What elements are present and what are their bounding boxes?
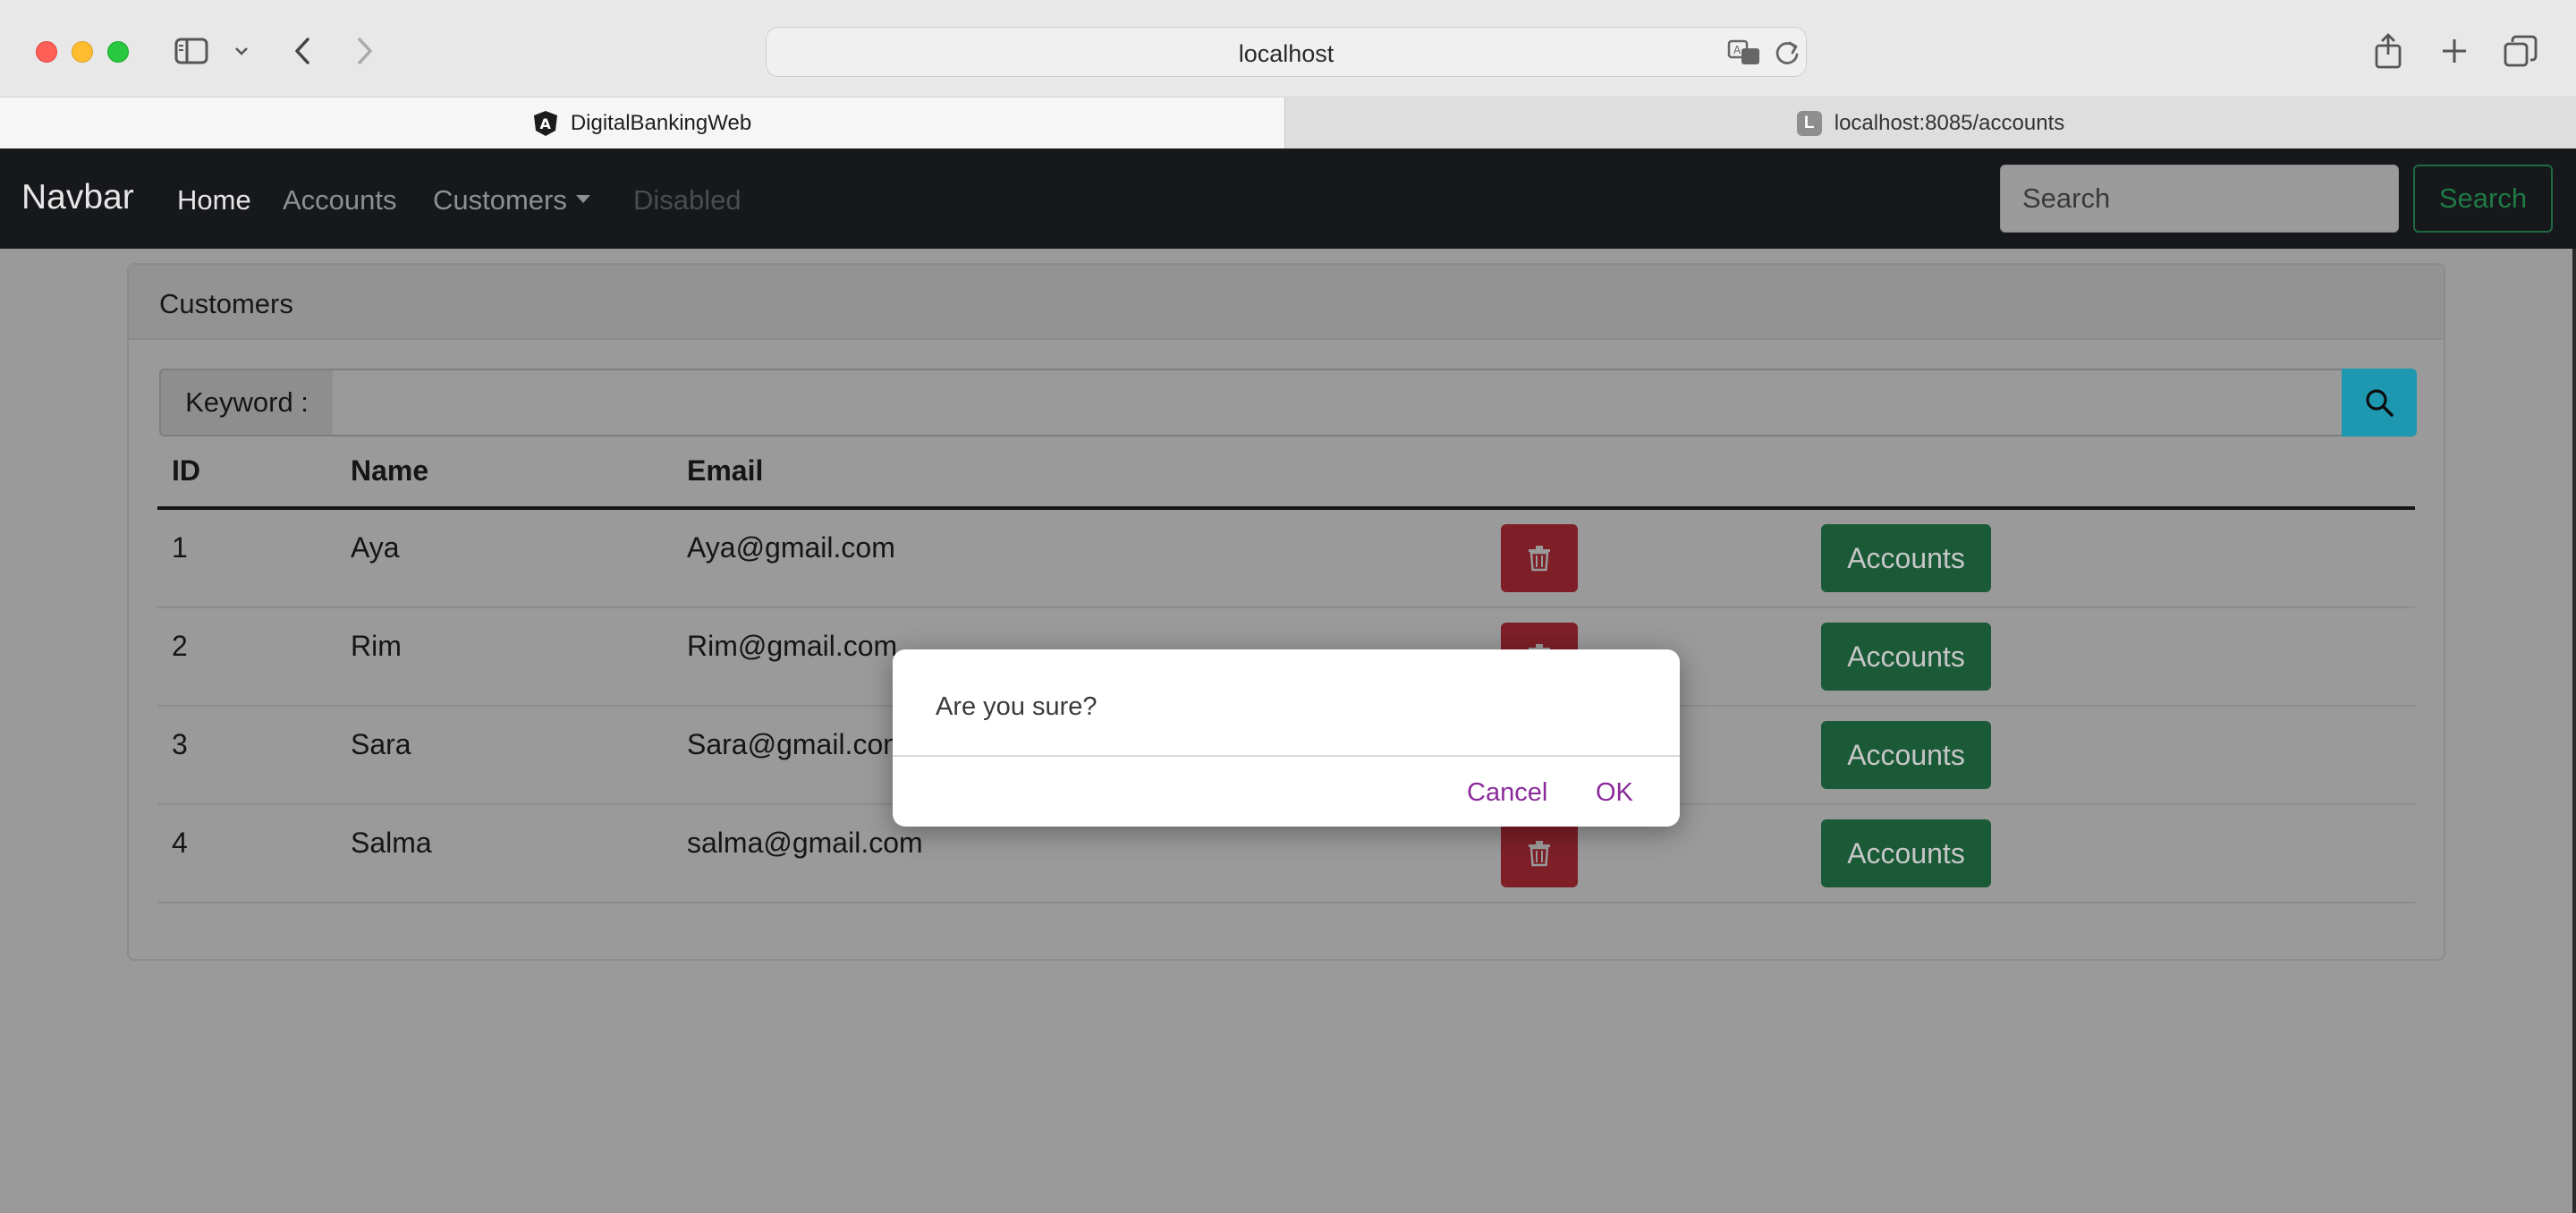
row-id: 3 [172, 728, 188, 760]
tab-title: localhost:8085/accounts [1834, 111, 2065, 135]
angular-icon: A [533, 111, 558, 136]
row-id: 4 [172, 827, 188, 859]
tab-localhost-accounts[interactable]: L localhost:8085/accounts [1284, 98, 2576, 149]
svg-text:A: A [539, 115, 551, 132]
caret-down-icon [575, 195, 590, 204]
tab-overview-icon[interactable] [2501, 30, 2540, 72]
confirm-dialog: Are you sure? Cancel OK [893, 649, 1680, 827]
browser-toolbar: localhost A [0, 0, 2576, 97]
back-icon[interactable] [286, 30, 318, 72]
dialog-ok-button[interactable]: OK [1596, 778, 1633, 808]
site-letter-icon: L [1796, 111, 1822, 136]
column-header-name: Name [351, 454, 429, 487]
close-window-button[interactable] [36, 41, 57, 63]
tab-bar: A DigitalBankingWeb L localhost:8085/acc… [0, 97, 2576, 149]
customer-accounts-button[interactable]: Accounts [1821, 721, 1991, 789]
address-text: localhost [1238, 40, 1335, 67]
sidebar-icon[interactable] [172, 30, 211, 72]
forward-icon[interactable] [349, 30, 381, 72]
keyword-search-button[interactable] [2342, 369, 2417, 437]
card-header: Customers [129, 265, 2444, 340]
column-header-email: Email [687, 454, 764, 487]
nav-home[interactable]: Home [177, 184, 251, 216]
navbar-search-button[interactable]: Search [2413, 165, 2553, 233]
row-name: Aya [351, 531, 400, 564]
row-name: Rim [351, 630, 402, 662]
dialog-divider [893, 755, 1680, 757]
delete-customer-button[interactable] [1501, 524, 1578, 592]
dialog-cancel-button[interactable]: Cancel [1467, 778, 1547, 808]
nav-disabled: Disabled [633, 184, 741, 216]
row-id: 1 [172, 531, 188, 564]
row-id: 2 [172, 630, 188, 662]
address-bar[interactable]: localhost A [766, 27, 1807, 77]
chevron-down-icon[interactable] [231, 30, 252, 72]
row-email: salma@gmail.com [687, 827, 923, 859]
row-email: Rim@gmail.com [687, 630, 898, 662]
tab-title: DigitalBankingWeb [570, 111, 752, 135]
reload-icon[interactable] [1774, 38, 1801, 72]
trash-icon [1529, 546, 1550, 572]
keyword-label: Keyword : [159, 369, 335, 437]
customer-accounts-button[interactable]: Accounts [1821, 623, 1991, 691]
svg-text:A: A [1733, 44, 1741, 56]
navbar: Navbar Home Accounts Customers Disabled … [0, 148, 2576, 249]
search-icon [2366, 389, 2394, 417]
row-name: Salma [351, 827, 432, 859]
navbar-search-input[interactable]: Search [2000, 165, 2399, 233]
row-email: Sara@gmail.com [687, 728, 907, 760]
nav-accounts[interactable]: Accounts [283, 184, 397, 216]
row-name: Sara [351, 728, 411, 760]
card-title: Customers [159, 288, 293, 319]
nav-customers-label: Customers [433, 184, 567, 216]
window-edge [2572, 249, 2576, 1213]
trash-icon [1529, 841, 1550, 867]
delete-customer-button[interactable] [1501, 819, 1578, 887]
keyword-search-group: Keyword : [159, 369, 2417, 437]
customer-accounts-button[interactable]: Accounts [1821, 819, 1991, 887]
row-divider [157, 606, 2415, 608]
customer-accounts-button[interactable]: Accounts [1821, 524, 1991, 592]
row-email: Aya@gmail.com [687, 531, 895, 564]
customers-card: Customers Keyword : [127, 263, 2445, 961]
nav-customers-dropdown[interactable]: Customers [433, 184, 590, 216]
translate-icon[interactable]: A [1727, 38, 1763, 72]
navbar-brand[interactable]: Navbar [21, 178, 134, 217]
keyword-input[interactable] [333, 369, 2343, 437]
row-divider [157, 902, 2415, 903]
dialog-message: Are you sure? [936, 692, 1097, 721]
maximize-window-button[interactable] [107, 41, 129, 63]
new-tab-icon[interactable] [2436, 30, 2472, 72]
browser-chrome: localhost A A DigitalBankingWeb L localh… [0, 0, 2576, 149]
table-header-divider [157, 506, 2415, 510]
column-header-id: ID [172, 454, 200, 487]
minimize-window-button[interactable] [72, 41, 93, 63]
share-icon[interactable] [2370, 30, 2406, 72]
tab-digitalbankingweb[interactable]: A DigitalBankingWeb [0, 98, 1284, 149]
